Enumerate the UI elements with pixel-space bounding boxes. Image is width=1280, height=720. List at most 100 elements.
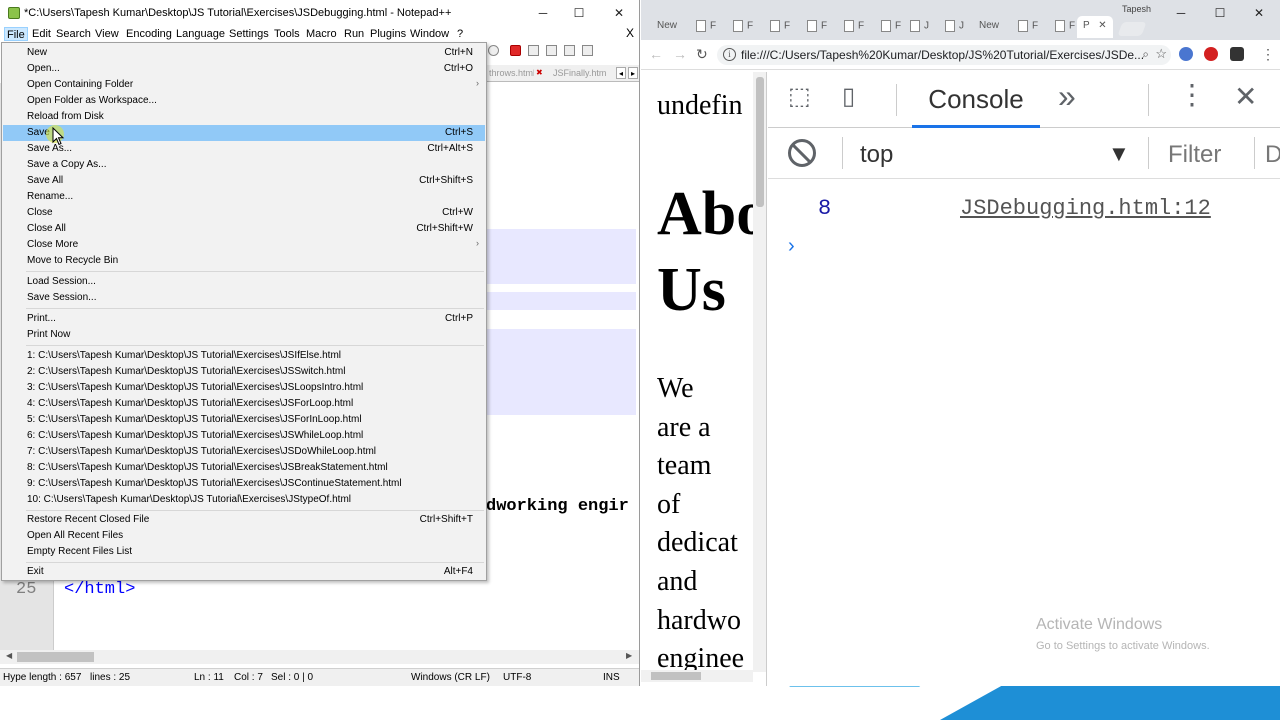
menu-item-save-session[interactable]: Save Session... bbox=[3, 290, 485, 306]
file-tab[interactable]: JSFinally.htm bbox=[550, 67, 616, 81]
file-tab[interactable]: throws.html bbox=[486, 67, 534, 81]
menu-window[interactable]: Window bbox=[408, 27, 451, 41]
forward-icon[interactable]: → bbox=[673, 46, 687, 62]
browser-tab-active[interactable]: P ✕ bbox=[1077, 16, 1113, 38]
browser-tab[interactable]: F bbox=[696, 20, 716, 42]
menu-item-reload-from-disk[interactable]: Reload from Disk bbox=[3, 109, 485, 125]
recent-file-item[interactable]: 9: C:\Users\Tapesh Kumar\Desktop\JS Tuto… bbox=[3, 476, 485, 492]
close-tab-icon[interactable]: ✕ bbox=[1098, 20, 1106, 31]
menu-macro[interactable]: Macro bbox=[304, 27, 339, 41]
filter-input[interactable]: Filter bbox=[1168, 141, 1221, 169]
back-icon[interactable]: ← bbox=[649, 46, 663, 62]
clear-console-icon[interactable] bbox=[788, 139, 816, 167]
devtools-menu-icon[interactable]: ⋮ bbox=[1178, 78, 1206, 111]
menu-help[interactable]: ? bbox=[455, 27, 465, 41]
menu-encoding[interactable]: Encoding bbox=[124, 27, 174, 41]
menu-item-move-to-recycle-bin[interactable]: Move to Recycle Bin bbox=[3, 253, 485, 269]
recent-file-item[interactable]: 1: C:\Users\Tapesh Kumar\Desktop\JS Tuto… bbox=[3, 348, 485, 364]
menu-item-save[interactable]: Save Ctrl+S bbox=[3, 125, 485, 141]
maximize-button[interactable]: ☐ bbox=[567, 4, 591, 22]
close-devtools-icon[interactable]: ✕ bbox=[1234, 80, 1257, 113]
play-macro-icon[interactable] bbox=[546, 45, 557, 56]
scroll-left-icon[interactable]: ◀ bbox=[6, 651, 12, 660]
menu-item-open-all-recent-files[interactable]: Open All Recent Files bbox=[3, 528, 485, 544]
context-selector[interactable]: top bbox=[860, 141, 893, 169]
page-vertical-scrollbar[interactable] bbox=[753, 72, 766, 672]
menu-item-close-more[interactable]: Close More › bbox=[3, 237, 485, 253]
inspect-element-icon[interactable]: ⬚ bbox=[788, 82, 811, 111]
scrollbar-thumb[interactable] bbox=[651, 672, 701, 680]
menu-item-print-now[interactable]: Print Now bbox=[3, 327, 485, 343]
menu-tools[interactable]: Tools bbox=[272, 27, 302, 41]
info-icon[interactable]: i bbox=[723, 48, 736, 61]
npp-title-bar[interactable]: *C:\Users\Tapesh Kumar\Desktop\JS Tutori… bbox=[0, 0, 639, 26]
recent-file-item[interactable]: 7: C:\Users\Tapesh Kumar\Desktop\JS Tuto… bbox=[3, 444, 485, 460]
browser-tab[interactable]: F bbox=[733, 20, 753, 42]
menu-item-open[interactable]: Open... Ctrl+O bbox=[3, 61, 485, 77]
record-macro-icon[interactable] bbox=[510, 45, 521, 56]
chrome-menu-icon[interactable]: ⋮ bbox=[1261, 46, 1275, 63]
browser-tab[interactable]: F bbox=[807, 20, 827, 42]
browser-tab[interactable]: New bbox=[657, 20, 677, 42]
tab-scroll-left-icon[interactable]: ◂ bbox=[616, 67, 626, 79]
menu-file[interactable]: File bbox=[4, 27, 28, 41]
stop-macro-icon[interactable] bbox=[528, 45, 539, 56]
save-macro-icon[interactable] bbox=[582, 45, 593, 56]
menu-item-open-containing-folder[interactable]: Open Containing Folder › bbox=[3, 77, 485, 93]
menu-item-empty-recent-files-list[interactable]: Empty Recent Files List bbox=[3, 544, 485, 560]
extension-icon[interactable] bbox=[1230, 47, 1244, 61]
run-multiple-icon[interactable] bbox=[564, 45, 575, 56]
log-levels-dropdown[interactable]: De bbox=[1265, 141, 1280, 169]
new-tab-button[interactable] bbox=[1117, 22, 1147, 36]
browser-tab[interactable]: F bbox=[1018, 20, 1038, 42]
recent-file-item[interactable]: 3: C:\Users\Tapesh Kumar\Desktop\JS Tuto… bbox=[3, 380, 485, 396]
extension-icon[interactable] bbox=[1179, 47, 1193, 61]
close-document-button[interactable]: X bbox=[626, 26, 634, 40]
menu-item-close-all[interactable]: Close All Ctrl+Shift+W bbox=[3, 221, 485, 237]
menu-item-restore-recent-closed-file[interactable]: Restore Recent Closed File Ctrl+Shift+T bbox=[3, 512, 485, 528]
menu-item-save-as[interactable]: Save As... Ctrl+Alt+S bbox=[3, 141, 485, 157]
browser-tab[interactable]: F bbox=[770, 20, 790, 42]
browser-tab[interactable]: J bbox=[945, 20, 964, 42]
console-prompt-icon[interactable]: › bbox=[788, 235, 795, 258]
browser-tab[interactable]: F bbox=[881, 20, 901, 42]
recent-file-item[interactable]: 2: C:\Users\Tapesh Kumar\Desktop\JS Tuto… bbox=[3, 364, 485, 380]
menu-language[interactable]: Language bbox=[174, 27, 227, 41]
chevron-down-icon[interactable]: ▼ bbox=[1108, 141, 1130, 167]
scrollbar-thumb[interactable] bbox=[756, 77, 764, 207]
console-source-link[interactable]: JSDebugging.html:12 bbox=[960, 196, 1211, 221]
bookmark-star-icon[interactable]: ☆ bbox=[1155, 46, 1167, 62]
menu-item-new[interactable]: New Ctrl+N bbox=[3, 45, 485, 61]
menu-item-save-a-copy-as[interactable]: Save a Copy As... bbox=[3, 157, 485, 173]
address-bar[interactable]: i file:///C:/Users/Tapesh%20Kumar/Deskto… bbox=[717, 45, 1171, 65]
profile-name[interactable]: Tapesh bbox=[1122, 4, 1151, 14]
menu-item-save-all[interactable]: Save All Ctrl+Shift+S bbox=[3, 173, 485, 189]
recent-file-item[interactable]: 8: C:\Users\Tapesh Kumar\Desktop\JS Tuto… bbox=[3, 460, 485, 476]
recent-file-item[interactable]: 10: C:\Users\Tapesh Kumar\Desktop\JS Tut… bbox=[3, 492, 485, 508]
menu-view[interactable]: View bbox=[93, 27, 121, 41]
scroll-right-icon[interactable]: ▶ bbox=[626, 651, 632, 660]
menu-item-open-folder-as-workspace[interactable]: Open Folder as Workspace... bbox=[3, 93, 485, 109]
extension-icon[interactable] bbox=[1204, 47, 1218, 61]
menu-edit[interactable]: Edit bbox=[30, 27, 53, 41]
maximize-button[interactable]: ☐ bbox=[1208, 4, 1232, 22]
scrollbar-thumb[interactable] bbox=[17, 652, 94, 662]
tab-scroll-right-icon[interactable]: ▸ bbox=[628, 67, 638, 79]
eye-icon[interactable] bbox=[488, 45, 499, 56]
recent-file-item[interactable]: 5: C:\Users\Tapesh Kumar\Desktop\JS Tuto… bbox=[3, 412, 485, 428]
close-window-button[interactable]: ✕ bbox=[607, 4, 631, 22]
minimize-button[interactable]: ─ bbox=[531, 4, 555, 22]
close-window-button[interactable]: ✕ bbox=[1247, 4, 1271, 22]
zoom-icon[interactable]: ⌕ bbox=[1142, 47, 1149, 62]
browser-tab[interactable]: New bbox=[979, 20, 999, 42]
more-tabs-icon[interactable]: » bbox=[1058, 78, 1076, 115]
close-tab-icon[interactable]: ✖ bbox=[536, 68, 543, 77]
device-toolbar-icon[interactable]: ▯ bbox=[842, 82, 855, 111]
menu-item-close[interactable]: Close Ctrl+W bbox=[3, 205, 485, 221]
page-horizontal-scrollbar[interactable] bbox=[641, 670, 753, 682]
menu-item-rename[interactable]: Rename... bbox=[3, 189, 485, 205]
browser-tab[interactable]: F bbox=[1055, 20, 1075, 42]
tab-console[interactable]: Console bbox=[912, 72, 1040, 128]
menu-plugins[interactable]: Plugins bbox=[368, 27, 408, 41]
recent-file-item[interactable]: 4: C:\Users\Tapesh Kumar\Desktop\JS Tuto… bbox=[3, 396, 485, 412]
